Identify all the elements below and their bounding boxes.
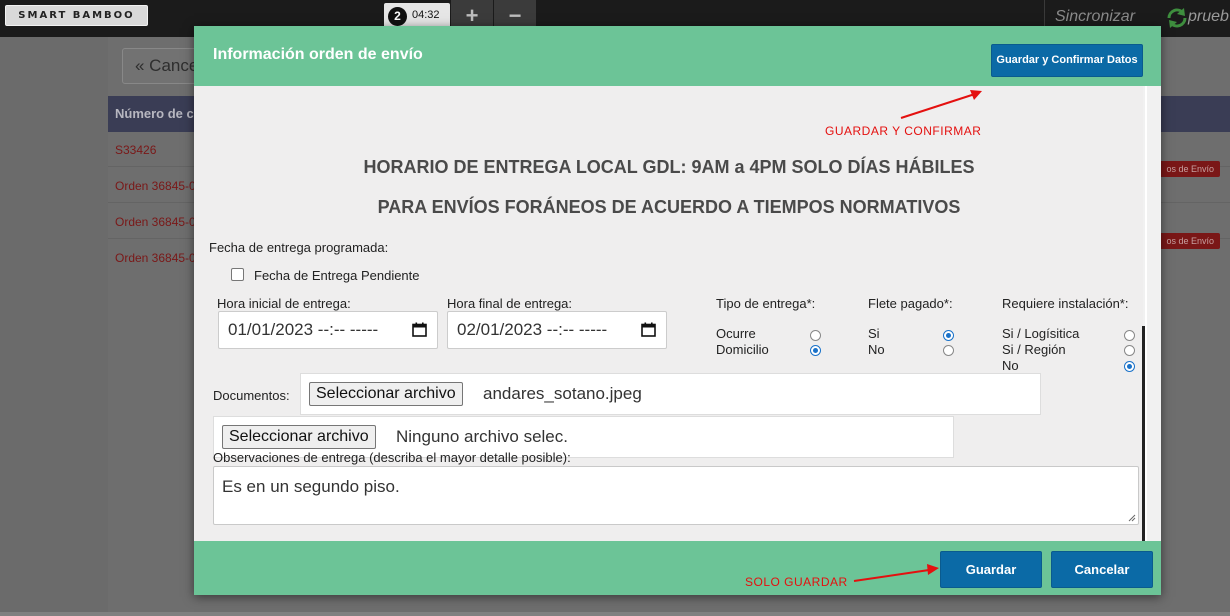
background-table-header-label: Número de c — [115, 106, 194, 121]
brand-logo: SMART BAMBOO — [5, 5, 148, 26]
selected-file-name: Ninguno archivo selec. — [396, 427, 568, 446]
freight-paid-yes-radio[interactable] — [943, 330, 954, 341]
timer-text: 04:32 — [412, 9, 440, 21]
refresh-icon — [1167, 8, 1187, 28]
user-name[interactable]: prueb — [1188, 8, 1229, 26]
delivery-type-domicilio-radio[interactable] — [810, 345, 821, 356]
modal-scrollbar-thumb[interactable] — [1145, 86, 1147, 541]
installation-logistica-radio[interactable] — [1124, 330, 1135, 341]
start-time-label: Hora inicial de entrega: — [217, 296, 351, 311]
installation-option-label: No — [1002, 358, 1019, 373]
annotation-arrow-save — [853, 564, 939, 582]
save-and-confirm-button[interactable]: Guardar y Confirmar Datos — [991, 44, 1143, 77]
installation-option-label: Si / Región — [1002, 342, 1066, 357]
pending-date-checkbox[interactable] — [231, 268, 244, 281]
annotation-save-only: SOLO GUARDAR — [745, 575, 848, 589]
timer-badge: 2 — [388, 7, 407, 26]
sync-label: Sincronizar — [1055, 8, 1136, 25]
annotation-arrow-confirm — [900, 90, 982, 119]
freight-paid-option-label: No — [868, 342, 885, 357]
freight-paid-label: Flete pagado*: — [868, 296, 953, 311]
delivery-hours-banner: HORARIO DE ENTREGA LOCAL GDL: 9AM a 4PM … — [363, 157, 975, 177]
documents-label: Documentos: — [213, 388, 290, 403]
modal-scroll-indicator — [1142, 326, 1145, 541]
background-table-row: Orden 36845-0 — [115, 215, 196, 229]
observations-label: Observaciones de entrega (describa el ma… — [213, 450, 571, 465]
save-button[interactable]: Guardar — [940, 551, 1042, 588]
background-table-row: Orden 36845-0 — [115, 251, 196, 265]
background-table-row: Orden 36845-0 — [115, 179, 196, 193]
end-datetime-input[interactable]: 02/01/2023 --:-- ----- — [447, 311, 667, 349]
delivery-type-label: Tipo de entrega*: — [716, 296, 816, 311]
select-file-button[interactable]: Seleccionar archivo — [309, 382, 463, 406]
modal-body: GUARDAR Y CONFIRMAR HORARIO DE ENTREGA L… — [194, 86, 1161, 541]
modal-header: Información orden de envío Guardar y Con… — [194, 26, 1161, 86]
select-file-button[interactable]: Seleccionar archivo — [222, 425, 376, 449]
end-time-label: Hora final de entrega: — [447, 296, 573, 311]
background-table-row: S33426 — [115, 143, 157, 157]
installation-no-radio[interactable] — [1124, 361, 1135, 372]
cancel-button[interactable]: Cancelar — [1051, 551, 1153, 588]
delivery-type-option-label: Domicilio — [716, 342, 769, 357]
resize-grip-icon[interactable] — [1128, 514, 1136, 522]
modal-title: Información orden de envío — [213, 46, 423, 63]
delivery-type-ocurre-radio[interactable] — [810, 330, 821, 341]
modal-footer: SOLO GUARDAR Guardar Cancelar — [194, 541, 1161, 595]
delivery-type-option-label: Ocurre — [716, 326, 756, 341]
calendar-icon[interactable] — [412, 322, 427, 337]
observations-textarea[interactable]: Es en un segundo piso. — [213, 466, 1139, 525]
freight-paid-option-label: Si — [868, 326, 880, 341]
foreign-shipping-banner: PARA ENVÍOS FORÁNEOS DE ACUERDO A TIEMPO… — [377, 197, 961, 217]
freight-paid-no-radio[interactable] — [943, 345, 954, 356]
scheduled-date-label: Fecha de entrega programada: — [209, 240, 389, 255]
end-datetime-value: 02/01/2023 --:-- ----- — [457, 320, 608, 339]
observations-value: Es en un segundo piso. — [222, 477, 400, 496]
installation-option-label: Si / Logísitica — [1002, 326, 1080, 341]
pending-date-label: Fecha de Entrega Pendiente — [254, 268, 420, 283]
annotation-save-confirm: GUARDAR Y CONFIRMAR — [825, 124, 982, 138]
installation-region-radio[interactable] — [1124, 345, 1135, 356]
background-cancel-button: « Cance — [122, 48, 202, 84]
background-footer-strip — [0, 612, 1230, 616]
calendar-icon[interactable] — [641, 322, 656, 337]
start-datetime-value: 01/01/2023 --:-- ----- — [228, 320, 379, 339]
selected-file-name: andares_sotano.jpeg — [483, 384, 642, 403]
document-file-input-1[interactable]: Seleccionar archivo andares_sotano.jpeg — [300, 373, 1041, 415]
start-datetime-input[interactable]: 01/01/2023 --:-- ----- — [218, 311, 438, 349]
shipping-order-modal: Información orden de envío Guardar y Con… — [194, 26, 1161, 595]
installation-label: Requiere instalación*: — [1002, 296, 1129, 311]
